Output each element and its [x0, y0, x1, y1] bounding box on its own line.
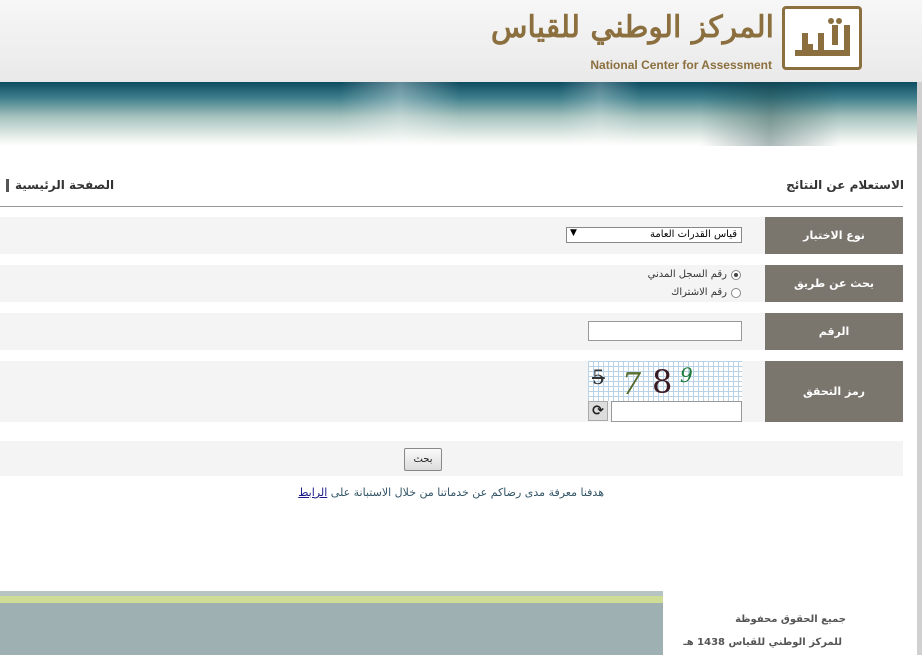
logo-english-text: National Center for Assessment: [590, 58, 772, 72]
radio-civil-id[interactable]: [731, 269, 741, 280]
footer-stripe-accent: [0, 596, 663, 603]
title-divider: [0, 206, 903, 207]
dropdown-arrow-icon: ▼: [570, 228, 577, 238]
logo-arabic-text: المركز الوطني للقياس: [490, 10, 774, 45]
page-title: الاستعلام عن النتائج: [786, 178, 904, 192]
captcha-row: رمز التحقق 5 7 8 9 ⟳: [0, 361, 903, 422]
qiyas-logo-icon: [782, 6, 862, 70]
exam-type-label: نوع الاختبار: [765, 217, 903, 254]
number-input[interactable]: [588, 321, 742, 341]
site-header: المركز الوطني للقياس National Center for…: [0, 0, 922, 82]
home-link-label: الصفحة الرئيسية: [15, 178, 115, 192]
captcha-char-2: 7: [622, 367, 642, 402]
search-option-civil-id-label: رقم السجل المدني: [647, 269, 727, 280]
radio-subscription[interactable]: [731, 287, 741, 298]
survey-text: هدفنا معرفة مدى رضاكم عن خدماتنا من خلال…: [240, 486, 604, 499]
captcha-image: 5 7 8 9: [588, 361, 742, 402]
captcha-char-4: 9: [680, 363, 693, 387]
copyright-line-2: للمركز الوطني للقياس 1438 هـ: [683, 637, 842, 648]
exam-type-value: قياس القدرات العامة: [650, 229, 737, 240]
captcha-label: رمز التحقق: [765, 361, 903, 422]
search-option-subscription-label: رقم الاشتراك: [671, 287, 727, 298]
home-link[interactable]: الصفحة الرئيسية: [6, 178, 114, 192]
logo[interactable]: المركز الوطني للقياس National Center for…: [491, 6, 862, 72]
number-row: الرقم: [0, 313, 903, 350]
page-edge-bar: [917, 82, 922, 655]
header-banner: [0, 82, 917, 146]
submit-row: [0, 441, 903, 476]
captcha-char-1: 5: [592, 365, 605, 389]
captcha-char-3: 8: [652, 363, 673, 401]
copyright-line-1: جميع الحقوق محفوظة: [735, 614, 846, 625]
search-button[interactable]: بحث: [404, 448, 442, 471]
number-label: الرقم: [765, 313, 903, 350]
search-option-civil-id[interactable]: رقم السجل المدني: [648, 269, 741, 280]
search-by-label: بحث عن طريق: [765, 265, 903, 302]
exam-type-select[interactable]: ▼ قياس القدرات العامة: [566, 227, 742, 243]
refresh-icon[interactable]: ⟳: [588, 401, 608, 421]
search-option-subscription[interactable]: رقم الاشتراك: [671, 287, 741, 298]
footer-band: [0, 603, 663, 655]
survey-link[interactable]: الرابط: [298, 486, 327, 499]
survey-message: هدفنا معرفة مدى رضاكم عن خدماتنا من خلال…: [330, 486, 604, 499]
separator-bar: [6, 178, 9, 192]
search-by-row: بحث عن طريق رقم السجل المدني رقم الاشترا…: [0, 265, 903, 302]
captcha-input[interactable]: [611, 401, 742, 422]
exam-type-row: نوع الاختبار ▼ قياس القدرات العامة: [0, 217, 903, 254]
